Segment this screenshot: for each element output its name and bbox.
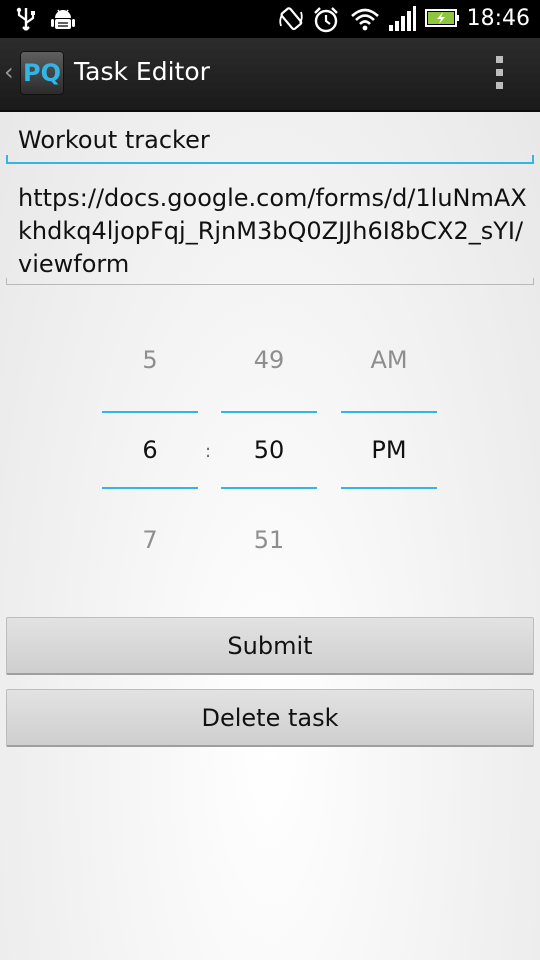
signal-icon	[389, 6, 416, 31]
usb-icon	[16, 7, 35, 31]
app-icon[interactable]: PQ	[20, 51, 64, 95]
ampm-picker[interactable]: AM PM	[341, 346, 437, 560]
time-separator: :	[205, 441, 212, 462]
action-bar: ‹ PQ Task Editor	[0, 38, 540, 112]
ampm-current[interactable]: PM	[341, 436, 437, 464]
status-bar: 18:46	[0, 0, 540, 38]
hour-current[interactable]: 6	[102, 436, 198, 464]
task-name-input[interactable]: Workout tracker	[6, 122, 534, 164]
hour-next[interactable]: 7	[102, 526, 198, 554]
wifi-icon	[351, 8, 379, 31]
minute-current[interactable]: 50	[221, 436, 317, 464]
submit-button[interactable]: Submit	[6, 617, 534, 675]
minute-prev[interactable]: 49	[221, 346, 317, 374]
ampm-prev[interactable]: AM	[341, 346, 437, 374]
status-time: 18:46	[466, 6, 530, 31]
battery-charging-icon	[425, 9, 459, 27]
minute-next[interactable]: 51	[221, 526, 317, 554]
rotation-icon	[279, 7, 303, 31]
hour-picker[interactable]: 5 6 7	[102, 346, 198, 560]
minute-picker[interactable]: 49 50 51	[221, 346, 317, 560]
page-title: Task Editor	[74, 57, 210, 86]
task-url-input[interactable]: https://docs.google.com/forms/d/1luNmAXk…	[6, 182, 534, 285]
delete-task-button[interactable]: Delete task	[6, 689, 534, 747]
up-caret-icon[interactable]: ‹	[4, 58, 14, 86]
overflow-menu-icon[interactable]	[496, 56, 504, 92]
alarm-icon	[314, 7, 338, 33]
task-url-value: https://docs.google.com/forms/d/1luNmAXk…	[18, 184, 527, 278]
android-debug-icon	[51, 9, 75, 29]
hour-prev[interactable]: 5	[102, 346, 198, 374]
task-name-value: Workout tracker	[18, 126, 210, 154]
